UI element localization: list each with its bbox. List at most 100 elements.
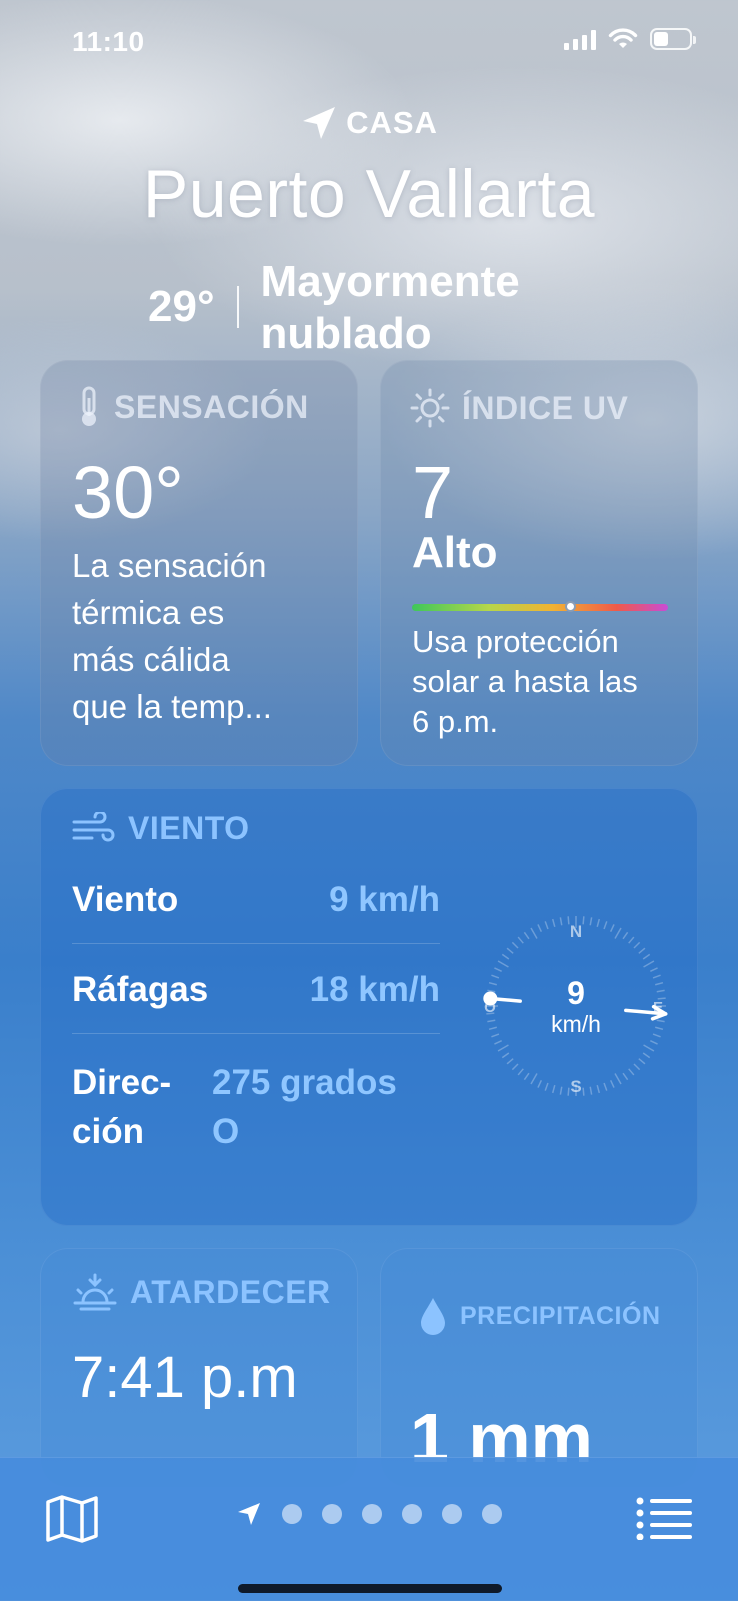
precipitation-title-row: PRECIPITACIÓN: [418, 1296, 661, 1336]
direction-label-line: ción: [72, 1112, 144, 1151]
precipitation-card[interactable]: PRECIPITACIÓN 1 mm: [380, 1248, 698, 1488]
page-dot[interactable]: [442, 1504, 462, 1524]
gusts-value: 18 km/h: [309, 970, 440, 1009]
compass-tick: [506, 947, 514, 954]
compass-tick: [589, 1086, 593, 1095]
compass-tick: [494, 1039, 502, 1045]
compass-tick: [614, 927, 622, 939]
location-arrow-icon: [303, 107, 336, 139]
compass-tick: [511, 941, 519, 949]
compass-tick: [603, 921, 608, 930]
compass-tick: [491, 1033, 500, 1038]
direction-value-line: 275 grados: [212, 1063, 397, 1102]
page-dot[interactable]: [282, 1504, 302, 1524]
uv-title-row: ÍNDICE UV: [410, 388, 628, 428]
compass-tick: [544, 1082, 549, 1091]
compass-tick: [506, 1058, 514, 1065]
wind-compass: N E S O 9 km/h: [483, 916, 668, 1096]
compass-unit: km/h: [551, 1011, 601, 1037]
compass-tick: [650, 1039, 658, 1045]
compass-tick: [501, 1052, 510, 1059]
thermometer-icon: [82, 386, 96, 426]
compass-tick: [596, 1085, 601, 1094]
wind-speed-row: Viento 9 km/h: [72, 880, 440, 920]
compass-tick: [501, 953, 510, 960]
gusts-label: Ráfagas: [72, 970, 209, 1009]
row-divider: [72, 943, 440, 944]
wind-card[interactable]: VIENTO Viento 9 km/h Ráfagas 18 km/h Dir…: [40, 788, 698, 1226]
direction-value-line: O: [212, 1112, 240, 1151]
row-divider: [72, 1033, 440, 1034]
uv-scale-marker: [565, 601, 577, 612]
home-indicator: [238, 1584, 502, 1593]
compass-tick: [596, 918, 601, 927]
uv-scale-bar: [412, 601, 668, 612]
location-header: CASA Puerto Vallarta: [0, 105, 738, 233]
gusts-row: Ráfagas 18 km/h: [72, 970, 440, 1010]
compass-tick: [517, 936, 524, 944]
compass-tick: [609, 1080, 615, 1088]
compass-tick: [491, 974, 500, 979]
feels-like-description: La sensación térmica es más cálida que l…: [72, 542, 272, 730]
current-conditions: 29° Mayormente nublado: [148, 256, 591, 360]
current-temperature: 29°: [148, 282, 215, 331]
compass-tick: [633, 941, 641, 949]
uv-line: Usa protección: [412, 624, 619, 659]
compass-tick: [537, 1080, 543, 1088]
compass-tick: [652, 974, 661, 979]
battery-icon: [650, 28, 696, 50]
page-dot[interactable]: [322, 1504, 342, 1524]
uv-title: ÍNDICE UV: [462, 389, 629, 426]
compass-tick: [638, 1058, 646, 1065]
map-icon[interactable]: [44, 1494, 100, 1544]
compass-tick: [530, 1073, 538, 1085]
compass-tick: [655, 1026, 664, 1031]
compass-tick: [497, 960, 509, 968]
compass-tick: [559, 1086, 563, 1095]
compass-tick: [523, 931, 530, 940]
status-icons: [564, 28, 696, 50]
location-arrow-icon[interactable]: [236, 1501, 262, 1527]
direction-row: Direc- ción 275 grados O: [72, 1058, 440, 1156]
precipitation-title: PRECIPITACIÓN: [460, 1301, 661, 1330]
feels-like-line: La sensación: [72, 547, 267, 584]
feels-like-card[interactable]: SENSACIÓN 30° La sensación térmica es má…: [40, 360, 358, 766]
uv-index-card[interactable]: ÍNDICE UV 7 Alto Usa protección solar a …: [380, 360, 698, 766]
compass-tick: [488, 1026, 497, 1031]
wind-title-row: VIENTO: [72, 810, 250, 847]
list-icon[interactable]: [636, 1496, 694, 1540]
compass-tick: [582, 1087, 585, 1096]
compass-tick: [655, 981, 664, 986]
wind-title: VIENTO: [128, 810, 250, 846]
sun-icon: [410, 388, 450, 428]
page-indicator[interactable]: [236, 1501, 502, 1527]
compass-tick: [652, 1033, 661, 1038]
uv-line: 6 p.m.: [412, 704, 499, 739]
sunset-title: ATARDECER: [130, 1273, 331, 1310]
sunset-card[interactable]: ATARDECER 7:41 p.m: [40, 1248, 358, 1488]
compass-speed: 9: [567, 975, 585, 1011]
compass-tick: [537, 924, 543, 932]
wind-speed-label: Viento: [72, 880, 179, 919]
feels-like-line: térmica es: [72, 594, 225, 631]
page-dot[interactable]: [362, 1504, 382, 1524]
cellular-signal-icon: [564, 28, 596, 50]
direction-label-line: Direc-: [72, 1063, 172, 1102]
page-dot[interactable]: [402, 1504, 422, 1524]
compass-tick: [656, 989, 665, 993]
condition-text: Mayormente nublado: [260, 257, 520, 358]
needle-origin-dot: [483, 991, 498, 1006]
city-name: Puerto Vallarta: [142, 156, 596, 232]
page-dot[interactable]: [482, 1504, 502, 1524]
compass-tick: [643, 960, 655, 968]
compass-tick: [551, 1085, 556, 1094]
compass-tick: [567, 916, 570, 925]
uv-line: solar a hasta las: [412, 664, 638, 699]
compass-tick: [622, 1072, 629, 1081]
feels-like-value: 30°: [72, 451, 184, 534]
compass-tick: [609, 924, 615, 932]
direction-label: Direc- ción: [72, 1058, 212, 1156]
bottom-toolbar: [0, 1457, 738, 1601]
compass-tick: [559, 917, 563, 926]
compass-tick: [614, 1073, 622, 1085]
